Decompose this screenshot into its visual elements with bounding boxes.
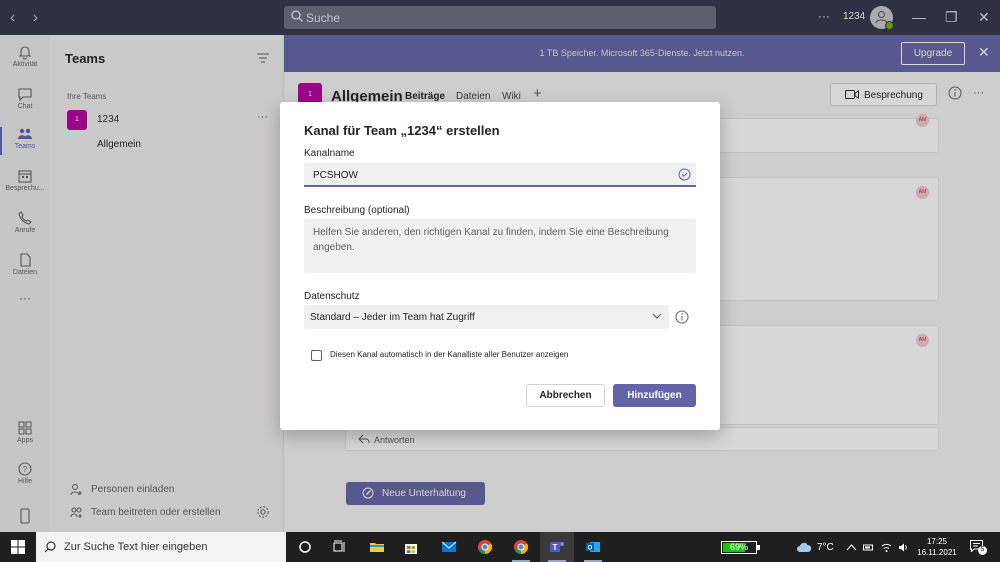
description-placeholder: Helfen Sie anderen, den richtigen Kanal … — [313, 227, 669, 253]
battery-icon[interactable] — [863, 542, 874, 553]
task-view-button[interactable] — [322, 532, 356, 562]
chevron-down-icon — [652, 313, 662, 319]
clock[interactable]: 17:25 16.11.2021 — [914, 536, 960, 558]
outlook-icon: O — [586, 542, 600, 552]
file-explorer-button[interactable] — [360, 532, 394, 562]
notification-count-badge: 5 — [978, 546, 987, 555]
task-view-icon — [333, 540, 345, 552]
checkbox-label: Diesen Kanal automatisch in der Kanallis… — [330, 350, 569, 359]
mail-icon — [441, 541, 457, 552]
battery-nub — [757, 545, 760, 550]
outlook-button[interactable]: O — [576, 532, 610, 562]
chevron-up-icon[interactable] — [846, 542, 857, 553]
privacy-value: Standard – Jeder im Team hat Zugriff — [310, 312, 475, 323]
cortana-button[interactable] — [288, 532, 322, 562]
add-button[interactable]: Hinzufügen — [613, 384, 696, 407]
cancel-button[interactable]: Abbrechen — [526, 384, 605, 407]
clock-date: 16.11.2021 — [917, 548, 957, 557]
channel-name-value: PCSHOW — [313, 170, 358, 181]
channel-name-label: Kanalname — [304, 148, 355, 159]
notification-center-button[interactable]: 5 — [970, 540, 987, 555]
channel-name-field[interactable]: PCSHOW — [304, 163, 696, 187]
check-circle-icon — [678, 168, 691, 181]
taskbar-search-input[interactable]: Zur Suche Text hier eingeben — [36, 532, 286, 562]
show-channel-checkbox[interactable] — [311, 350, 322, 361]
folder-icon — [370, 543, 384, 552]
svg-text:T: T — [553, 543, 558, 552]
description-label: Beschreibung (optional) — [304, 205, 410, 216]
taskbar-search-placeholder: Zur Suche Text hier eingeben — [64, 541, 208, 553]
svg-text:O: O — [588, 546, 593, 552]
store-button[interactable] — [394, 532, 428, 562]
mail-button[interactable] — [432, 532, 466, 562]
create-channel-dialog: Kanal für Team „1234“ erstellen Kanalnam… — [280, 102, 720, 430]
dialog-title: Kanal für Team „1234“ erstellen — [304, 123, 500, 138]
teams-taskbar-button[interactable]: T — [540, 532, 574, 562]
info-icon[interactable] — [675, 310, 689, 324]
cloud-icon[interactable] — [796, 542, 812, 553]
cortana-icon — [299, 541, 311, 553]
clock-time: 17:25 — [926, 537, 948, 546]
description-field[interactable]: Helfen Sie anderen, den richtigen Kanal … — [304, 219, 696, 273]
taskbar: Zur Suche Text hier eingeben T O 69% 7°C… — [0, 532, 1000, 562]
battery-indicator[interactable]: 69% — [721, 541, 760, 554]
wifi-icon[interactable] — [881, 542, 892, 553]
temperature[interactable]: 7°C — [817, 542, 834, 553]
teams-icon: T — [550, 542, 564, 552]
chrome-button[interactable] — [468, 532, 502, 562]
chrome-icon — [478, 540, 493, 555]
store-icon — [405, 544, 417, 554]
search-icon — [44, 541, 56, 553]
windows-start-icon[interactable] — [11, 540, 25, 554]
speaker-icon[interactable] — [898, 542, 909, 553]
privacy-select[interactable]: Standard – Jeder im Team hat Zugriff — [304, 305, 669, 329]
chrome-profile-icon — [514, 540, 529, 555]
privacy-label: Datenschutz — [304, 291, 360, 302]
battery-label: 69% — [729, 542, 748, 552]
chrome-profile-button[interactable] — [504, 532, 538, 562]
